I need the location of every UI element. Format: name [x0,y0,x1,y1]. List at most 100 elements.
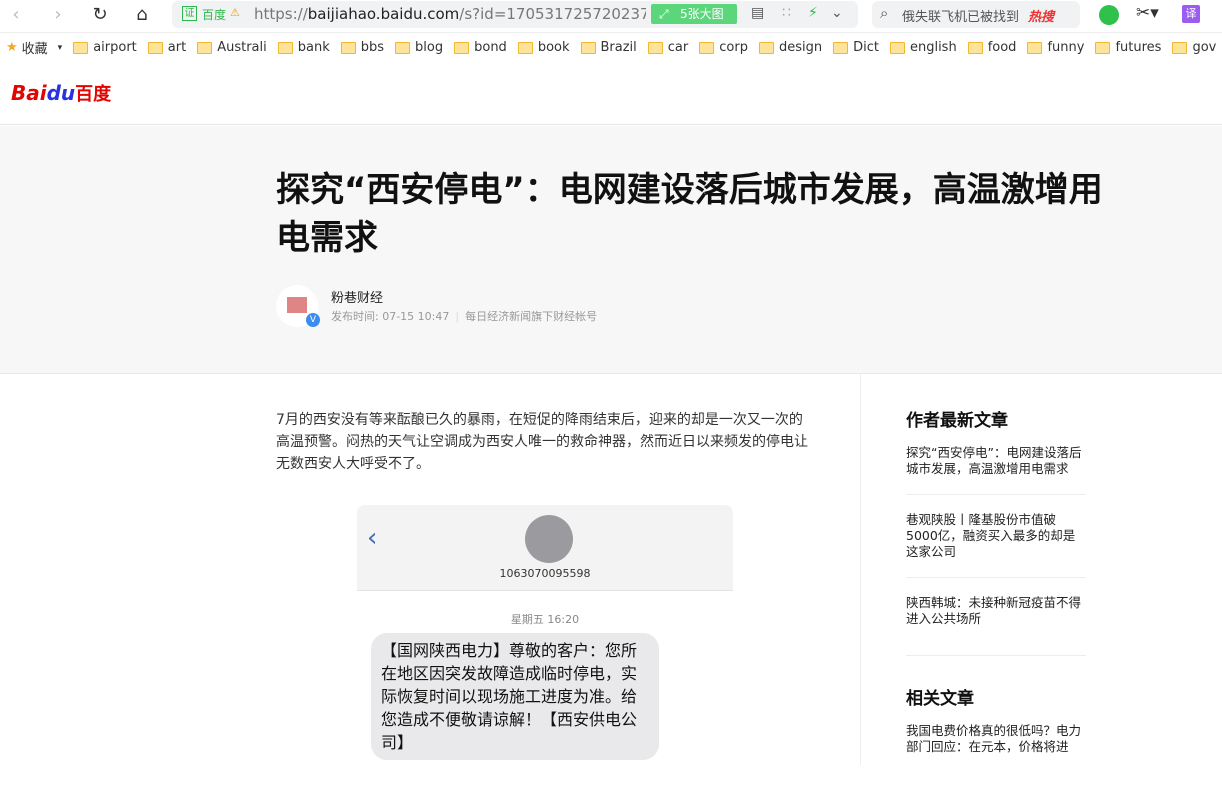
baidu-logo[interactable]: Baidu百度 [11,80,111,106]
bookmark-label: food [987,40,1017,55]
sidebar: 作者最新文章 探究“西安停电”：电网建设落后城市发展，高温激增用电需求 巷观陕股… [906,406,1086,789]
folder-icon [197,41,213,54]
folder-icon [454,41,470,54]
bookmark-label: bbs [360,40,385,55]
back-chevron-icon: ‹ [367,523,378,553]
folder-icon [1172,41,1188,54]
folder-icon [580,41,596,54]
certificate-icon[interactable]: 证 [182,6,197,21]
bookmark-folder[interactable]: airport [73,40,137,55]
url-host: baijiahao.baidu.com [307,5,460,23]
logo-du: du [46,81,76,105]
sms-sender-number: 1063070095598 [499,567,591,580]
url-text[interactable]: https://baijiahao.baidu.com/s?id=1705317… [254,5,646,23]
sms-screenshot-image: ‹ 1063070095598 星期五 16:20 【国网陕西电力】尊敬的客户：… [357,505,733,765]
bookmark-label: english [909,40,957,55]
favorites-label: 收藏 [21,42,48,57]
article-title: 探究“西安停电”：电网建设落后城市发展，高温激增用电需求 [276,170,1103,258]
site-header [0,62,1222,125]
bookmark-folder[interactable]: Australi [197,40,267,55]
author-avatar[interactable]: V [276,285,320,327]
bookmark-folder[interactable]: corp [699,40,748,55]
sidebar-article-link[interactable]: 巷观陕股丨隆基股份市值破5000亿，融资买入最多的却是这家公司 [906,512,1086,578]
folder-icon [647,41,663,54]
author-name[interactable]: 粉巷财经 [331,287,383,306]
related-heading: 相关文章 [906,689,974,709]
bookmark-label: design [778,40,823,55]
search-icon: ⌕ [880,4,889,22]
bookmark-label: Australi [217,40,267,55]
bookmark-folder[interactable]: funny [1027,40,1084,55]
hot-search-label[interactable]: 热搜 [1028,6,1054,25]
column-divider [860,374,861,765]
bookmark-folder[interactable]: bond [454,40,507,55]
folder-icon [517,41,533,54]
lightning-icon[interactable]: ⚡ [808,5,818,21]
reload-button[interactable]: ↻ [89,4,111,26]
translate-button[interactable]: 译 [1182,5,1200,23]
bookmark-folder[interactable]: Brazil [580,40,637,55]
back-button[interactable]: ‹ [5,4,27,26]
bookmark-folder[interactable]: blog [395,40,443,55]
expand-icon: ⤢ [659,7,681,21]
folder-icon [833,41,849,54]
bookmark-folder[interactable]: design [758,40,823,55]
folder-icon [1027,41,1043,54]
url-path: /s?id=1705317257202378565& [459,5,646,23]
url-scheme: https:// [254,5,308,23]
folder-icon [277,41,293,54]
folder-icon [147,41,163,54]
logo-cn: 百度 [75,84,112,105]
folder-icon [340,41,356,54]
bookmark-folder[interactable]: food [967,40,1017,55]
avatar-image [287,297,307,313]
site-identity[interactable]: 百度 [202,6,226,23]
home-button[interactable]: ⌂ [131,4,153,26]
bookmark-label: Dict [853,40,879,55]
bookmark-label: art [167,40,187,55]
bookmark-label: book [537,40,570,55]
sms-timestamp: 星期五 16:20 [510,613,580,626]
article-meta: 发布时间: 07-15 10:47 | 每日经济新闻旗下财经帐号 [331,310,598,323]
reader-mode-icon[interactable]: ▤ [751,5,764,21]
bookmark-folder[interactable]: gov [1172,40,1216,55]
bookmark-folder[interactable]: bbs [340,40,385,55]
bookmark-label: bank [297,40,330,55]
forward-button[interactable]: › [47,4,69,26]
verified-icon: V [306,313,320,327]
extension-icon[interactable] [1099,5,1119,25]
search-suggestion[interactable]: 俄失联飞机已被找到 [902,6,1019,25]
folder-icon [889,41,905,54]
bookmark-folder[interactable]: car [647,40,689,55]
bookmark-folder[interactable]: Dict [833,40,879,55]
bookmark-folder[interactable]: art [147,40,187,55]
qrcode-icon[interactable]: ∷ [782,5,791,21]
bookmark-folder[interactable]: english [889,40,957,55]
folder-icon [73,41,89,54]
bookmark-label: bond [474,40,507,55]
bookmark-label: funny [1047,40,1085,55]
bookmark-label: car [667,40,689,55]
bookmark-label: futures [1115,40,1162,55]
bookmark-folder[interactable]: bank [277,40,330,55]
bookmark-favorites[interactable]: ★ 收藏 ▾ [6,38,62,57]
folder-icon [1095,41,1111,54]
big-images-button[interactable]: ⤢ 5张大图 [651,4,737,24]
folder-icon [699,41,715,54]
folder-icon [758,41,774,54]
lock-warning-icon[interactable]: ⚠ [230,6,240,19]
bookmark-label: blog [415,40,444,55]
big-images-label: 5张大图 [680,7,724,21]
sidebar-article-link[interactable]: 陕西韩城：未接种新冠疫苗不得进入公共场所 [906,595,1086,656]
sidebar-article-link[interactable]: 探究“西安停电”：电网建设落后城市发展，高温激增用电需求 [906,445,1086,495]
bookmark-folder[interactable]: book [517,40,570,55]
bookmark-folder[interactable]: futures [1095,40,1161,55]
star-icon: ★ [6,40,18,55]
logo-bai: Bai [11,81,47,105]
chevron-down-icon[interactable]: ⌄ [831,5,843,21]
scissors-icon[interactable]: ✂▾ [1136,3,1159,23]
article-paragraph: 7月的西安没有等来酝酿已久的暴雨，在短促的降雨结束后，迎来的却是一次又一次的高温… [276,412,808,472]
folder-icon [395,41,411,54]
sms-message-bubble: 【国网陕西电力】尊敬的客户：您所在地区因突发故障造成临时停电，实际恢复时间以现场… [371,633,659,760]
author-latest-heading: 作者最新文章 [906,411,1008,431]
